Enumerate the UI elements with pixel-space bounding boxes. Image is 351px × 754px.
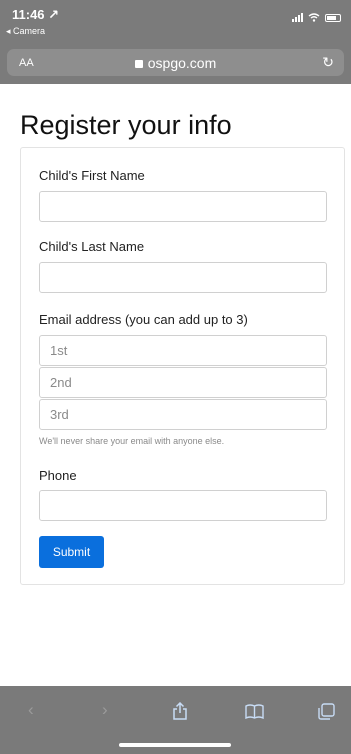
email-input-2[interactable] xyxy=(39,367,327,398)
first-name-label: Child's First Name xyxy=(39,168,145,183)
submit-button[interactable]: Submit xyxy=(39,536,104,568)
email-label: Email address (you can add up to 3) xyxy=(39,312,248,327)
last-name-input[interactable] xyxy=(39,262,327,293)
email-input-3[interactable] xyxy=(39,399,327,430)
lock-icon xyxy=(134,60,143,68)
page-title: Register your info xyxy=(20,110,232,140)
tabs-icon[interactable] xyxy=(318,703,335,720)
reload-icon[interactable]: ↻ xyxy=(322,54,334,71)
forward-icon[interactable]: › xyxy=(102,700,108,720)
signal-icon xyxy=(292,13,303,22)
status-time: 11:46 ↗ xyxy=(12,7,60,22)
back-icon[interactable]: ‹ xyxy=(28,700,34,720)
browser-top-chrome: 11:46 ↗ ◂ Camera AA ospgo.com ↻ xyxy=(0,0,351,84)
share-icon[interactable] xyxy=(172,702,188,720)
wifi-icon xyxy=(308,13,320,22)
first-name-input[interactable] xyxy=(39,191,327,222)
bookmarks-icon[interactable] xyxy=(245,704,264,719)
phone-label: Phone xyxy=(39,468,77,483)
email-input-1[interactable] xyxy=(39,335,327,366)
status-icons xyxy=(292,10,341,22)
phone-input[interactable] xyxy=(39,490,327,521)
battery-icon xyxy=(325,14,341,22)
url-display[interactable]: ospgo.com xyxy=(7,55,344,71)
registration-form: Child's First Name Child's Last Name Ema… xyxy=(20,147,345,585)
address-bar[interactable]: AA ospgo.com ↻ xyxy=(7,49,344,76)
last-name-label: Child's Last Name xyxy=(39,239,145,254)
url-domain: ospgo.com xyxy=(147,55,217,71)
email-help-text: We'll never share your email with anyone… xyxy=(39,436,225,446)
home-indicator[interactable] xyxy=(119,743,231,747)
back-to-camera-link[interactable]: ◂ Camera xyxy=(6,26,45,37)
